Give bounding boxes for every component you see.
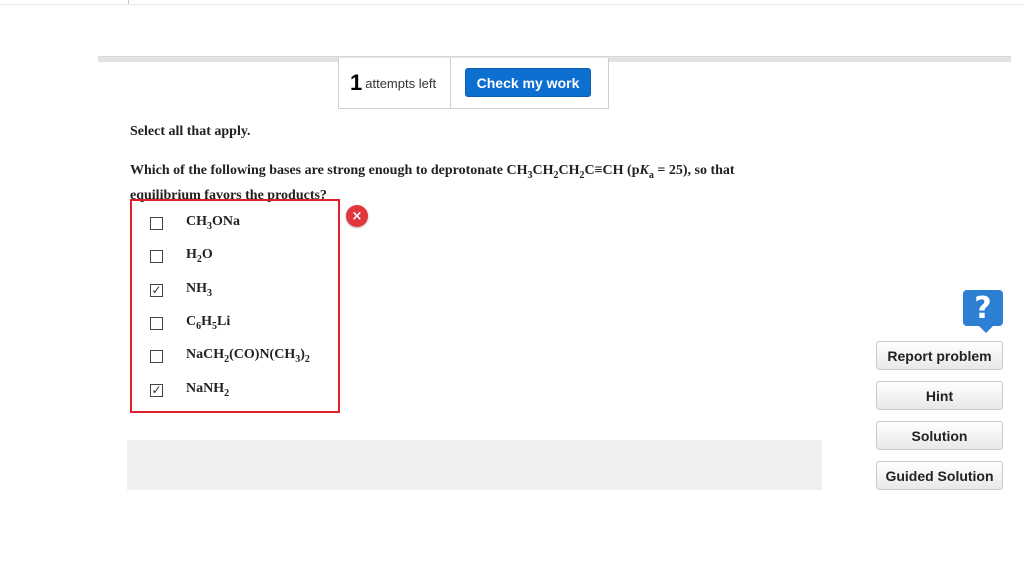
guided-solution-button[interactable]: Guided Solution	[876, 461, 1003, 490]
x-circle-icon: ×	[346, 205, 368, 227]
choice-c6h5li[interactable]: C6H5Li	[150, 314, 230, 332]
attempts-count: 1	[350, 70, 363, 95]
choice-nach2conme2[interactable]: NaCH2(CO)N(CH3)2	[150, 347, 310, 365]
checkbox[interactable]	[150, 316, 163, 330]
attempts-divider	[450, 58, 451, 109]
check-my-work-button[interactable]: Check my work	[465, 68, 591, 97]
top-divider	[0, 4, 1024, 5]
choice-h2o[interactable]: H2O	[150, 247, 213, 265]
checkbox[interactable]	[150, 216, 163, 230]
choice-nanh2[interactable]: ✓ NaNH2	[150, 381, 229, 399]
choice-label: C6H5Li	[186, 314, 231, 332]
choice-label: NH3	[186, 281, 212, 299]
choice-label: CH3ONa	[186, 214, 240, 232]
choice-label: NaNH2	[186, 381, 230, 399]
hint-button[interactable]: Hint	[876, 381, 1003, 410]
attempts-label: attempts left	[365, 75, 437, 91]
question-icon-tail	[978, 325, 994, 333]
choice-label: NaCH2(CO)N(CH3)2	[186, 347, 310, 365]
checkbox[interactable]	[150, 249, 163, 263]
top-tick	[128, 0, 129, 4]
attempts-counter: 1 attempts left	[350, 70, 436, 96]
feedback-panel	[127, 440, 822, 490]
choice-label: H2O	[186, 247, 213, 265]
choice-nh3[interactable]: ✓ NH3	[150, 281, 212, 299]
checkbox[interactable]: ✓	[150, 283, 163, 297]
report-problem-button[interactable]: Report problem	[876, 341, 1003, 370]
choices-group: CH3ONa H2O ✓ NH3 C6H5Li NaCH2(CO)N(CH3)2…	[130, 199, 340, 413]
checkbox[interactable]	[150, 349, 163, 363]
choice-ch3ona[interactable]: CH3ONa	[150, 214, 240, 232]
checkbox[interactable]: ✓	[150, 383, 163, 397]
instruction-text: Select all that apply.	[130, 124, 251, 139]
question-icon[interactable]: ?	[963, 290, 1003, 326]
solution-button[interactable]: Solution	[876, 421, 1003, 450]
